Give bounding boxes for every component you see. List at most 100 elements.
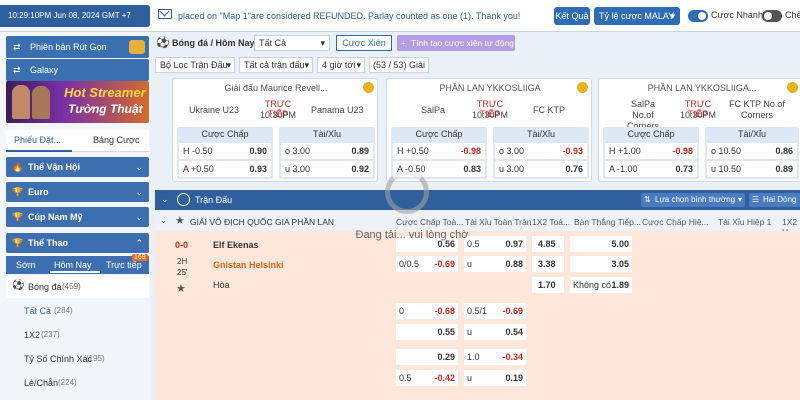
quick-bet-toggle[interactable]	[688, 10, 708, 22]
odd-cell[interactable]: o 3.00 -0.93	[495, 143, 587, 159]
other-toggle-label: Chế	[785, 10, 800, 20]
odd-value: 0.90	[249, 146, 267, 156]
column-header: 1X2 Toà...	[532, 217, 571, 227]
odd-cell[interactable]: 0/0.5 -0.69	[396, 256, 458, 272]
odd-cell[interactable]: Không có 1.89	[570, 277, 632, 293]
sidebar-item-1x2[interactable]: 1X2 (237)	[6, 324, 149, 346]
time-range-select[interactable]: 4 giờ tới ▾	[317, 57, 365, 73]
odd-cell[interactable]: o 10.50 0.86	[707, 143, 797, 159]
odd-cell[interactable]: u 10.50 0.89	[707, 161, 797, 177]
odd-cell[interactable]: 1.70	[532, 277, 564, 293]
quick-bet-label: Cược Nhanh	[711, 10, 763, 20]
tab-bet-slip[interactable]: Phiếu Đặt...	[14, 135, 61, 145]
tab-early[interactable]: Sớm	[16, 260, 35, 270]
results-button[interactable]: Kết Quả	[554, 7, 590, 25]
odd-value: 0.89	[775, 164, 793, 174]
auto-parlay-button[interactable]: + Tính tạo cược xiên tự động	[397, 35, 515, 51]
chevron-down-icon: ▾	[226, 60, 231, 70]
odd-cell[interactable]: 0.5/1 -0.69	[464, 303, 526, 319]
odd-cell[interactable]: u 3.00 0.92	[281, 161, 373, 177]
sidebar-item-count: (284)	[54, 306, 73, 315]
odd-cell[interactable]: o 3.00 0.89	[281, 143, 373, 159]
match-filter-label: Bộ Lọc Trận Đấu	[160, 60, 228, 70]
live-match-card[interactable]: PHẦN LAN YKKOSLIIGA SalPa TRỰC TIẾP 10:3…	[386, 78, 592, 182]
odd-cell[interactable]: 3.05	[570, 256, 632, 272]
odd-cell[interactable]: 0.5 -0.42	[396, 370, 458, 386]
away-team[interactable]: Gnistan Helsinki	[213, 260, 284, 270]
odd-cell[interactable]: u 0.54	[464, 324, 526, 340]
sidebar-cat-label: Thể Thao	[28, 238, 68, 248]
odd-cell[interactable]: u 3.00 0.76	[495, 161, 587, 177]
chevron-up-icon: ⌃	[135, 238, 143, 248]
sort-icon: ⇅	[644, 195, 651, 204]
handicap-label: Cược Chấp	[627, 129, 675, 139]
trophy-icon: 🏆	[12, 212, 24, 222]
odds-type-label: Tỷ lệ cược MALAY	[599, 11, 675, 21]
star-icon[interactable]: ★	[176, 282, 186, 295]
sidebar-cat-euro[interactable]: 🏆 Euro ⌄	[6, 182, 149, 202]
over-under-label: Tài/Xỉu	[526, 129, 555, 139]
live-match-card[interactable]: Giải đấu Maurice Revell... Ukraine U23 T…	[172, 78, 378, 182]
hot-streamer-banner[interactable]: Hot Streamer Tường Thuật	[6, 81, 149, 123]
double-line-label: Hai Dòng	[763, 195, 797, 204]
sidebar-item-count: (237)	[41, 330, 60, 339]
odd-cell[interactable]: u 0.88	[464, 256, 526, 272]
tab-bet-table[interactable]: Bảng Cược	[93, 135, 139, 145]
sidebar-cat-olympics[interactable]: 🔥 Thể Vận Hội ⌄	[6, 157, 149, 177]
tab-live[interactable]: Trực tiếp	[106, 260, 142, 270]
match-minute: 25'	[177, 268, 188, 277]
chevron-down-icon[interactable]: ⌄	[160, 215, 167, 226]
sport-row-football[interactable]: ⚽ Bóng đá (459)	[6, 276, 149, 298]
streamer-avatar	[12, 85, 30, 119]
odd-cell[interactable]: H +0.50 -0.98	[393, 143, 485, 159]
live-match-card[interactable]: PHẦN LAN YKKOSLIIGA... SalPa No.of Corne…	[598, 78, 800, 182]
odd-cell[interactable]: 5.00	[570, 236, 632, 252]
sidebar-item-all[interactable]: Tất Cả (284)	[6, 300, 149, 322]
odd-cell[interactable]: H +1.00 -0.98	[605, 143, 697, 159]
odd-cell[interactable]: 3.38	[532, 256, 564, 272]
sidebar-cat-sports[interactable]: 🏆 Thể Thao ⌃	[6, 233, 149, 253]
odd-cell[interactable]: 0.55	[396, 324, 458, 340]
card-away-team: FC KTP No.of Corners	[729, 99, 785, 120]
match-list-header: ⌄ Trận Đấu ⇅ Lựa chọn bình thường ▾ ☰ Ha…	[155, 190, 800, 210]
odd-cell[interactable]: 0 -0.68	[396, 303, 458, 319]
league-count[interactable]: (53 / 53) Giải	[369, 57, 429, 73]
tab-today[interactable]: Hôm Nay	[54, 260, 92, 270]
other-toggle[interactable]	[762, 10, 782, 22]
filter-select[interactable]: Tất Cả ▾	[254, 35, 330, 51]
sidebar-item-correct-score[interactable]: Tỷ Số Chính Xác (195)	[6, 348, 149, 370]
home-team[interactable]: Elf Ekenas	[213, 240, 259, 250]
odd-cell[interactable]: A +0.50 0.93	[179, 161, 271, 177]
parlay-button[interactable]: Cược Xiên	[336, 35, 392, 51]
match-filter-select[interactable]: Bộ Lọc Trận Đấu ▾	[155, 57, 235, 73]
odd-line: A -1.00	[609, 164, 638, 174]
chevron-down-icon: ⌄	[135, 187, 143, 197]
star-icon[interactable]: ★	[175, 214, 185, 227]
lite-version-button[interactable]: ⇄ Phiên bản Rút Gọn	[6, 36, 149, 58]
odd-cell[interactable]: u 0.19	[464, 370, 526, 386]
lite-version-label: Phiên bản Rút Gọn	[30, 42, 107, 52]
odd-value: -0.93	[562, 146, 583, 156]
sort-select[interactable]: ⇅ Lựa chọn bình thường ▾	[641, 193, 745, 207]
odd-value: 1.70	[538, 280, 556, 290]
loading-text: Đang tải... vui lòng chờ	[355, 229, 469, 241]
sidebar-item-odd-even[interactable]: Lẻ/Chẵn (224)	[6, 372, 149, 394]
double-line-button[interactable]: ☰ Hai Dòng	[749, 193, 800, 207]
mail-icon[interactable]	[158, 9, 172, 19]
odd-value: 0.55	[437, 327, 455, 337]
all-matches-select[interactable]: Tất cả trận đấu ▾	[239, 57, 313, 73]
collapse-chevron-icon[interactable]: ⌄	[161, 194, 169, 205]
odd-cell[interactable]: 1.0 -0.34	[464, 349, 526, 365]
sidebar-cat-label: Euro	[28, 187, 49, 197]
odd-cell[interactable]: A -1.00 0.73	[605, 161, 697, 177]
galaxy-button[interactable]: ⇄ Galaxy	[6, 59, 149, 81]
odd-cell[interactable]: 4.85	[532, 236, 564, 252]
odd-cell[interactable]: 0.29	[396, 349, 458, 365]
sidebar-cat-copa[interactable]: 🏆 Cúp Nam Mỹ ⌄	[6, 207, 149, 227]
odds-type-select[interactable]: Tỷ lệ cược MALAY ▾	[594, 7, 680, 25]
card-away-team: Panama U23	[311, 105, 364, 115]
chevron-down-icon: ▾	[356, 60, 361, 70]
odd-line: H +0.50	[397, 146, 429, 156]
sidebar-item-label: Tỷ Số Chính Xác	[24, 354, 93, 364]
odd-cell[interactable]: H -0.50 0.90	[179, 143, 271, 159]
